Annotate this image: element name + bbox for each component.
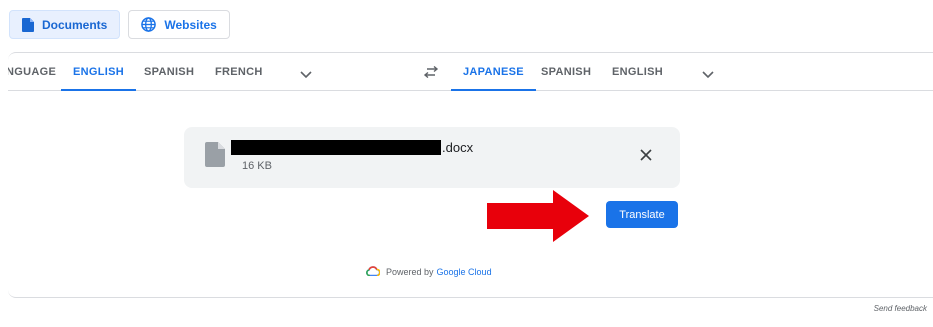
detect-language-tab[interactable]: NGUAGE (8, 53, 56, 91)
powered-by-text: Powered by (386, 267, 434, 277)
red-arrow-annotation (487, 190, 589, 247)
uploaded-file-card: .docx 16 KB (184, 127, 680, 188)
close-icon[interactable] (640, 148, 652, 166)
swap-icon[interactable] (423, 65, 439, 83)
target-lang-english[interactable]: ENGLISH (612, 53, 663, 91)
chevron-down-icon[interactable] (702, 66, 714, 84)
google-cloud-icon (366, 266, 381, 278)
document-icon (22, 17, 34, 32)
google-cloud-link[interactable]: Google Cloud (437, 267, 492, 277)
mode-tabs: Documents Websites (9, 10, 230, 39)
file-name: .docx (231, 139, 473, 155)
websites-tab-label: Websites (164, 17, 217, 32)
file-icon (205, 142, 225, 172)
documents-tab[interactable]: Documents (9, 10, 121, 39)
target-lang-spanish[interactable]: SPANISH (541, 53, 591, 91)
language-bar: NGUAGE ENGLISH SPANISH FRENCH JAPANESE S… (8, 53, 933, 91)
file-extension: .docx (442, 139, 474, 155)
chevron-down-icon[interactable] (300, 66, 312, 84)
redacted-filename (231, 139, 441, 155)
source-lang-spanish[interactable]: SPANISH (144, 53, 194, 91)
websites-tab[interactable]: Websites (128, 10, 230, 39)
file-size: 16 KB (242, 160, 272, 172)
powered-by: Powered by Google Cloud (366, 266, 492, 278)
source-lang-french[interactable]: FRENCH (215, 53, 263, 91)
translate-button[interactable]: Translate (606, 201, 678, 228)
target-lang-japanese[interactable]: JAPANESE (451, 53, 536, 91)
translation-panel: NGUAGE ENGLISH SPANISH FRENCH JAPANESE S… (8, 52, 933, 298)
source-lang-english[interactable]: ENGLISH (61, 53, 136, 91)
documents-tab-label: Documents (42, 17, 108, 32)
send-feedback-link[interactable]: Send feedback (874, 304, 927, 313)
globe-icon (141, 17, 157, 32)
